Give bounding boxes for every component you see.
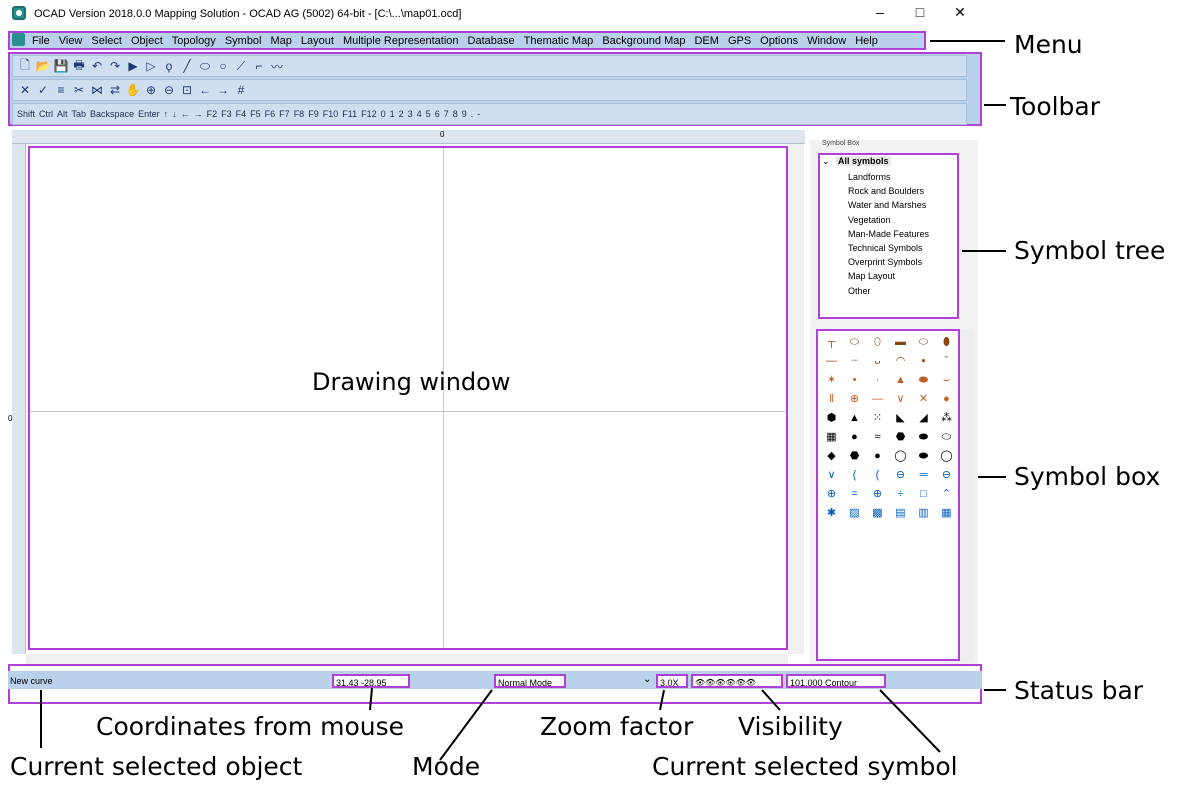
symbol-arrow [879,689,941,753]
visibility-arrow [761,689,781,711]
mode-arrow [439,689,493,761]
coords-arrow [369,687,373,711]
annotation-arrows [369,687,941,761]
zoom-arrow [659,689,665,711]
